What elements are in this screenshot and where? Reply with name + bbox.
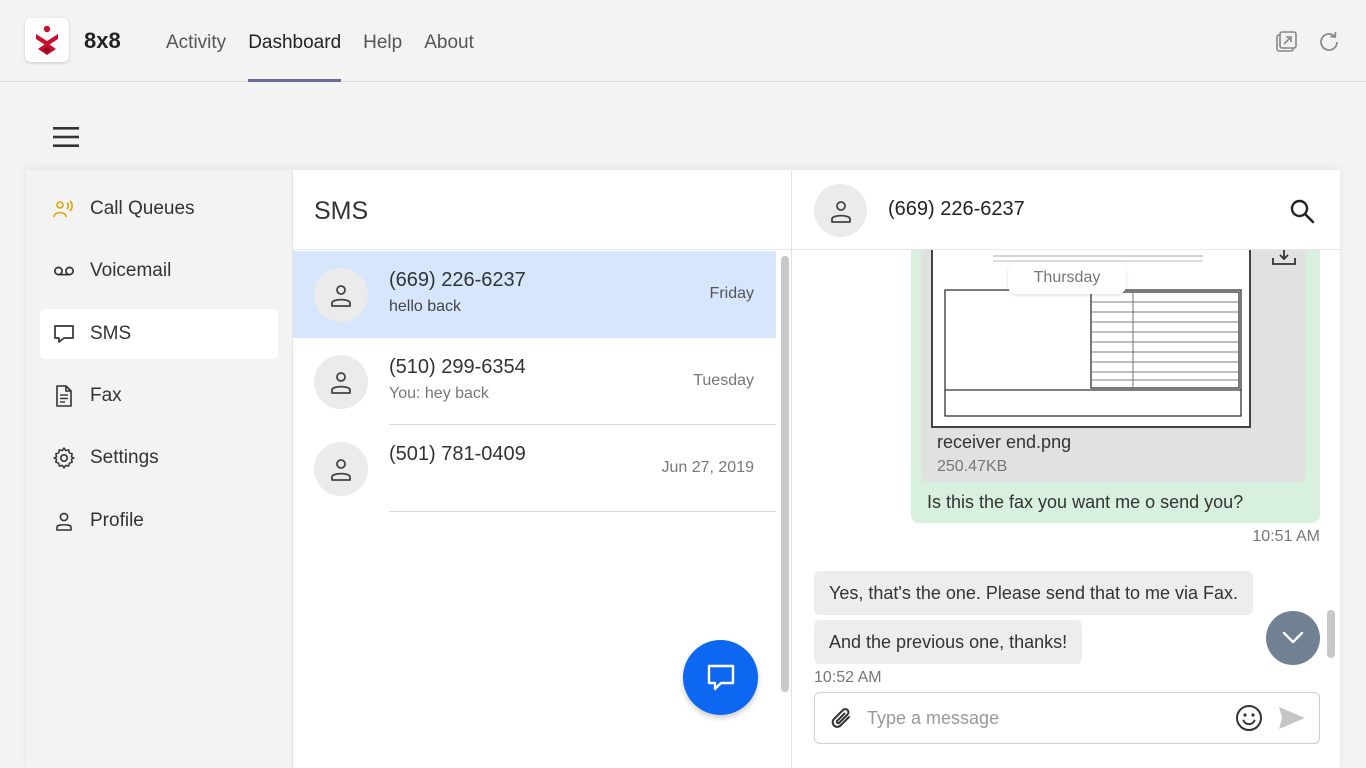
conversation-row[interactable]: (501) 781-0409 Jun 27, 2019 [293, 425, 776, 512]
person-icon [830, 200, 851, 223]
attachment-file-size: 250.47KB [937, 458, 1008, 475]
top-bar: 8x8 Activity Dashboard Help About [0, 0, 1366, 82]
conversation-preview: hello back [389, 298, 462, 315]
fax-icon [52, 384, 76, 408]
download-icon[interactable] [1271, 250, 1297, 266]
new-chat-icon [707, 664, 734, 690]
sidebar-item-call-queues[interactable]: Call Queues [40, 184, 278, 234]
emoji-icon[interactable] [1235, 704, 1263, 732]
main-panel: Call Queues Voicemail SMS Fax Settings P… [26, 170, 1340, 768]
sidebar-item-label: SMS [90, 323, 132, 344]
conversation-date: Tuesday [693, 372, 754, 389]
sidebar-item-sms[interactable]: SMS [40, 309, 278, 359]
conversation-preview: You: hey back [389, 385, 489, 402]
conversation-header: (669) 226-6237 [792, 170, 1340, 250]
conversation-panel: (669) 226-6237 receiver end.png 250.47KB… [792, 170, 1340, 768]
conversation-row[interactable]: (510) 299-6354 You: hey back Tuesday [293, 338, 776, 425]
voicemail-icon [52, 259, 76, 283]
contact-avatar [314, 442, 368, 496]
profile-icon [52, 509, 76, 533]
tab-dashboard[interactable]: Dashboard [248, 0, 341, 82]
list-scrollbar[interactable] [781, 256, 789, 692]
sidebar-item-label: Voicemail [90, 260, 172, 281]
tab-activity[interactable]: Activity [166, 0, 226, 82]
sidebar-item-voicemail[interactable]: Voicemail [40, 246, 278, 296]
conversation-date: Jun 27, 2019 [661, 459, 754, 476]
message-input[interactable] [867, 703, 1227, 733]
person-icon [331, 285, 351, 307]
gear-icon [52, 446, 76, 470]
chevron-down-icon [1282, 631, 1304, 644]
incoming-message: And the previous one, thanks! [814, 620, 1083, 664]
person-icon [331, 372, 351, 394]
incoming-message: Yes, that's the one. Please send that to… [814, 571, 1254, 615]
sms-icon [52, 322, 76, 346]
sidebar: Call Queues Voicemail SMS Fax Settings P… [26, 170, 292, 768]
sidebar-item-label: Fax [90, 385, 122, 406]
call-queues-icon [52, 197, 76, 221]
app-name: 8x8 [84, 28, 121, 53]
attachment-file-name: receiver end.png [937, 432, 1072, 452]
contact-avatar [314, 355, 368, 409]
outgoing-message-time: 10:51 AM [1252, 528, 1320, 545]
sms-list-title: SMS [314, 197, 369, 225]
sms-list-panel: SMS (669) 226-6237 hello back Friday (51… [292, 170, 793, 768]
conversation-number: (669) 226-6237 [389, 269, 526, 291]
app-logo [25, 18, 69, 62]
sms-list-header: SMS [293, 170, 793, 250]
refresh-icon[interactable] [1317, 30, 1341, 54]
sidebar-item-label: Profile [90, 510, 144, 531]
day-separator: Thursday [1008, 262, 1126, 294]
sidebar-item-label: Call Queues [90, 198, 195, 219]
sidebar-item-fax[interactable]: Fax [40, 371, 278, 421]
contact-avatar [314, 268, 368, 322]
send-icon[interactable] [1277, 705, 1307, 731]
menu-icon[interactable] [53, 125, 79, 149]
search-icon[interactable] [1289, 198, 1315, 224]
sidebar-item-settings[interactable]: Settings [40, 433, 278, 483]
paperclip-icon[interactable] [829, 706, 855, 732]
conversation-number: (510) 299-6354 [389, 356, 526, 378]
person-icon [331, 459, 351, 481]
outgoing-message-text: Is this the fax you want me o send you? [927, 492, 1244, 512]
open-external-icon[interactable] [1274, 30, 1298, 54]
main-nav: Activity Dashboard Help About [166, 0, 496, 82]
tab-about[interactable]: About [424, 0, 474, 82]
sidebar-item-profile[interactable]: Profile [40, 496, 278, 546]
conversation-number: (501) 781-0409 [389, 443, 526, 465]
incoming-message-time: 10:52 AM [814, 669, 882, 686]
conversation-scrollbar[interactable] [1327, 610, 1335, 658]
conversation-row[interactable]: (669) 226-6237 hello back Friday [293, 251, 776, 338]
8x8-logo-icon [36, 25, 58, 55]
conversation-title: (669) 226-6237 [888, 198, 1025, 220]
row-divider [389, 511, 776, 512]
message-composer [814, 692, 1320, 744]
conversation-date: Friday [709, 285, 754, 302]
contact-avatar [814, 184, 867, 237]
scroll-to-bottom-button[interactable] [1266, 611, 1320, 665]
sidebar-item-label: Settings [90, 447, 159, 468]
new-message-button[interactable] [683, 640, 758, 715]
tab-help[interactable]: Help [363, 0, 402, 82]
